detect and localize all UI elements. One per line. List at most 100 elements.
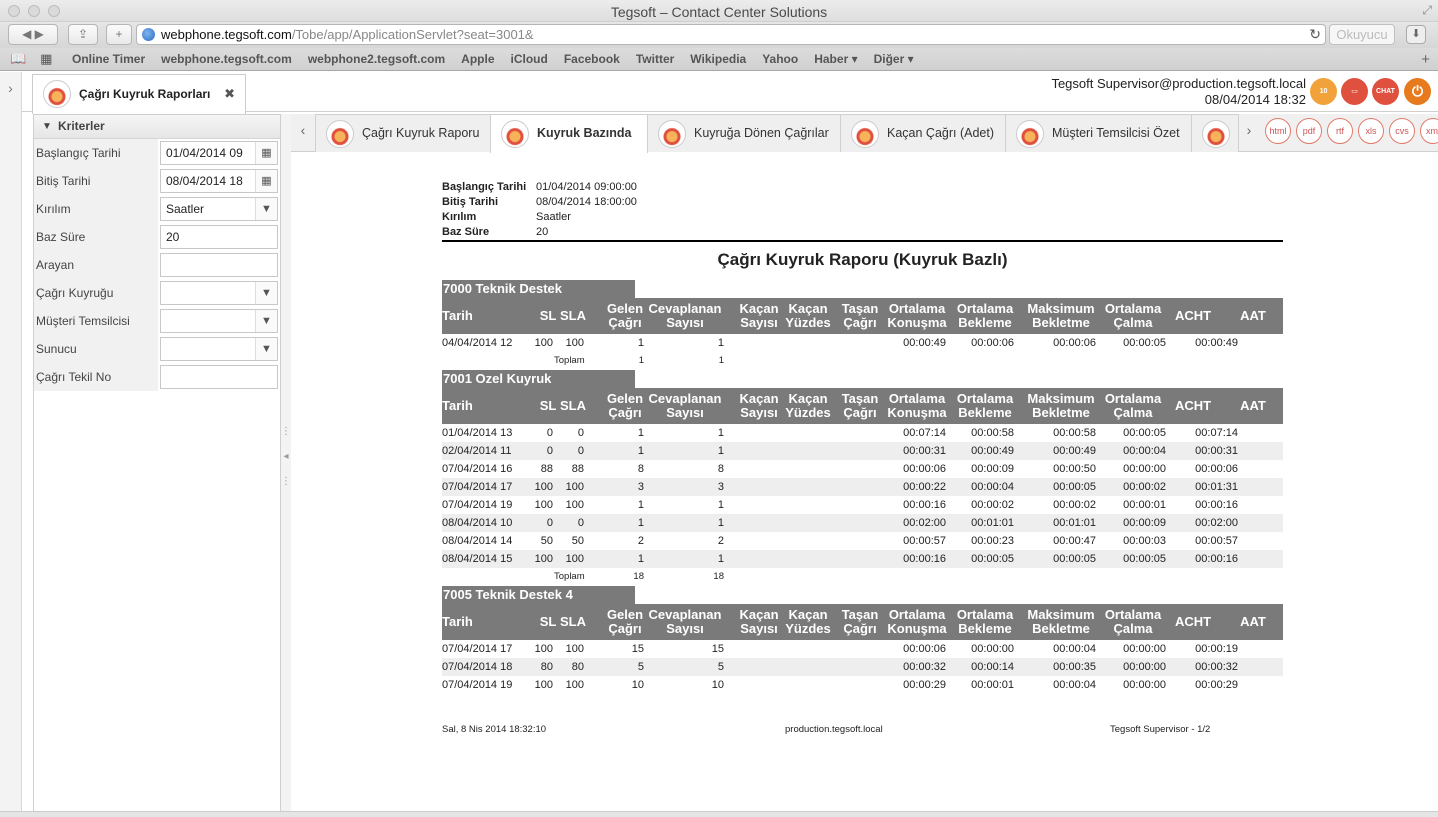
- bookmark-item[interactable]: webphone.tegsoft.com: [161, 52, 292, 66]
- column-header: SL: [539, 308, 557, 323]
- bookmark-item[interactable]: Wikipedia: [690, 52, 746, 66]
- tabs-next-icon[interactable]: ›: [1237, 114, 1261, 152]
- main-tab[interactable]: Çağrı Kuyruk Raporları ✖: [32, 74, 246, 114]
- chevron-down-icon[interactable]: ▼: [255, 310, 277, 332]
- expand-sidebar-icon[interactable]: ›: [0, 72, 22, 812]
- export-pdf-icon[interactable]: pdf: [1296, 118, 1322, 144]
- table-cell: 10: [631, 679, 644, 691]
- table-cell: 1: [717, 445, 724, 457]
- base-duration-field[interactable]: 20: [160, 225, 278, 249]
- panel-splitter[interactable]: ⋮ ◂ ⋮: [281, 114, 291, 812]
- table-cell: 00:00:00: [1123, 643, 1166, 655]
- export-xls-icon[interactable]: xls: [1358, 118, 1384, 144]
- reading-list-icon[interactable]: 📖▦: [10, 51, 66, 67]
- table-cell: 100: [565, 481, 584, 493]
- export-rtf-icon[interactable]: rtf: [1327, 118, 1353, 144]
- downloads-icon[interactable]: ⬇: [1406, 25, 1426, 44]
- caller-field[interactable]: [160, 253, 278, 277]
- column-header: Ortalama Bekleme: [956, 301, 1014, 330]
- criteria-label: Bitiş Tarihi: [34, 167, 158, 195]
- chevron-down-icon[interactable]: ▼: [255, 338, 277, 360]
- bookmark-item[interactable]: Haber ▾: [814, 52, 857, 66]
- back-forward-buttons[interactable]: ◀ ▶: [8, 24, 58, 45]
- close-tab-icon[interactable]: ✖: [224, 75, 235, 113]
- table-cell: 00:00:29: [903, 679, 946, 691]
- table-cell: 00:00:01: [971, 679, 1014, 691]
- table-cell: 15: [631, 643, 644, 655]
- server-select[interactable]: ▼: [160, 337, 278, 361]
- share-button[interactable]: ⇪: [68, 24, 98, 45]
- column-header: Kaçan Sayısı: [739, 391, 779, 420]
- table-cell: 00:00:04: [1053, 643, 1096, 655]
- criteria-row: Baz Süre 20: [34, 223, 280, 251]
- tab-report-1[interactable]: Kuyruk Bazında: [490, 114, 648, 153]
- call-id-field[interactable]: [160, 365, 278, 389]
- chat-icon[interactable]: CHAT: [1372, 78, 1399, 105]
- tab-report-5[interactable]: [1191, 114, 1239, 152]
- tab-report-0[interactable]: Çağrı Kuyruk Raporu: [315, 114, 491, 152]
- bookmark-item[interactable]: Facebook: [564, 52, 620, 66]
- queue-group: 7005 Teknik Destek 4 Tarih SL SLA Gelen Çağrı…: [442, 586, 1283, 694]
- table-row: 01/04/2014 13 0 0 1 1 00:07:14 00:00:58 00:00:5…: [442, 424, 1283, 442]
- table-cell: 00:00:19: [1195, 643, 1238, 655]
- column-header: Kaçan Yüzdes: [785, 301, 831, 330]
- browser-window: Tegsoft – Contact Center Solutions ⤢ ◀ ▶…: [0, 0, 1438, 817]
- end-date-field[interactable]: 08/04/2014 18 ▦: [160, 169, 278, 193]
- table-cell: 00:00:58: [971, 427, 1014, 439]
- column-header: Tarih: [442, 398, 473, 413]
- url-field[interactable]: webphone.tegsoft.com/Tobe/app/Applicatio…: [136, 24, 1326, 45]
- table-cell: 1: [637, 553, 644, 565]
- export-cvs-icon[interactable]: cvs: [1389, 118, 1415, 144]
- column-header: Maksimum Bekletme: [1027, 607, 1095, 636]
- queue-status-icon[interactable]: 10: [1310, 78, 1337, 105]
- chevron-down-icon[interactable]: ▼: [255, 198, 277, 220]
- chevron-down-icon[interactable]: ▼: [255, 282, 277, 304]
- table-cell: 00:00:01: [1123, 499, 1166, 511]
- table-cell: 00:00:06: [1195, 463, 1238, 475]
- queue-group: 7001 Ozel Kuyruk Tarih SL SLA Gelen Çağrı Ceva…: [442, 370, 1283, 586]
- export-html-icon[interactable]: html: [1265, 118, 1291, 144]
- table-cell: 0: [546, 517, 553, 529]
- field-value: 20: [166, 230, 180, 244]
- add-bookmark-icon[interactable]: +: [1421, 51, 1430, 68]
- criteria-header[interactable]: ▼ Kriterler: [34, 115, 280, 139]
- tab-report-2[interactable]: Kuyruğa Dönen Çağrılar: [647, 114, 841, 152]
- bookmark-item[interactable]: Diğer ▾: [874, 52, 914, 66]
- column-header: SLA: [560, 614, 586, 629]
- bookmark-item[interactable]: Yahoo: [762, 52, 798, 66]
- table-cell: 00:07:14: [1195, 427, 1238, 439]
- tab-report-3[interactable]: Kaçan Çağrı (Adet): [840, 114, 1006, 152]
- table-cell: 00:00:47: [1053, 535, 1096, 547]
- new-tab-button[interactable]: +: [106, 24, 132, 45]
- criteria-row: Kırılım Saatler ▼: [34, 195, 280, 223]
- column-header: Gelen Çağrı: [606, 391, 644, 420]
- field-value: 08/04/2014 18: [166, 174, 243, 188]
- table-cell: 00:00:06: [1053, 337, 1096, 349]
- breakdown-select[interactable]: Saatler ▼: [160, 197, 278, 221]
- table-cell: 00:00:35: [1053, 661, 1096, 673]
- bookmark-item[interactable]: Apple: [461, 52, 494, 66]
- criteria-label: Çağrı Kuyruğu: [34, 279, 158, 307]
- fullscreen-icon[interactable]: ⤢: [1422, 3, 1432, 18]
- bookmark-item[interactable]: webphone2.tegsoft.com: [308, 52, 445, 66]
- report-rule: [442, 240, 1283, 242]
- column-header: Cevaplanan Sayısı: [648, 301, 722, 330]
- calendar-icon[interactable]: ▦: [255, 170, 277, 192]
- monitor-icon[interactable]: ▭: [1341, 78, 1368, 105]
- calendar-icon[interactable]: ▦: [255, 142, 277, 164]
- table-cell: 07/04/2014 16: [442, 463, 513, 475]
- bookmark-item[interactable]: Online Timer: [72, 52, 145, 66]
- start-date-field[interactable]: 01/04/2014 09 ▦: [160, 141, 278, 165]
- power-icon[interactable]: ⏻: [1404, 78, 1431, 105]
- agent-select[interactable]: ▼: [160, 309, 278, 333]
- bookmark-item[interactable]: iCloud: [511, 52, 548, 66]
- report-title: Çağrı Kuyruk Raporu (Kuyruk Bazlı): [717, 250, 1008, 269]
- tab-report-4[interactable]: Müşteri Temsilcisi Özet: [1005, 114, 1192, 152]
- param-value: Saatler: [536, 211, 571, 223]
- bookmark-item[interactable]: Twitter: [636, 52, 674, 66]
- reload-icon[interactable]: ↻: [1309, 25, 1321, 44]
- column-header: Gelen Çağrı: [606, 607, 644, 636]
- tabs-prev-icon[interactable]: ‹: [291, 114, 315, 152]
- queue-select[interactable]: ▼: [160, 281, 278, 305]
- reader-button[interactable]: Okuyucu: [1329, 24, 1395, 45]
